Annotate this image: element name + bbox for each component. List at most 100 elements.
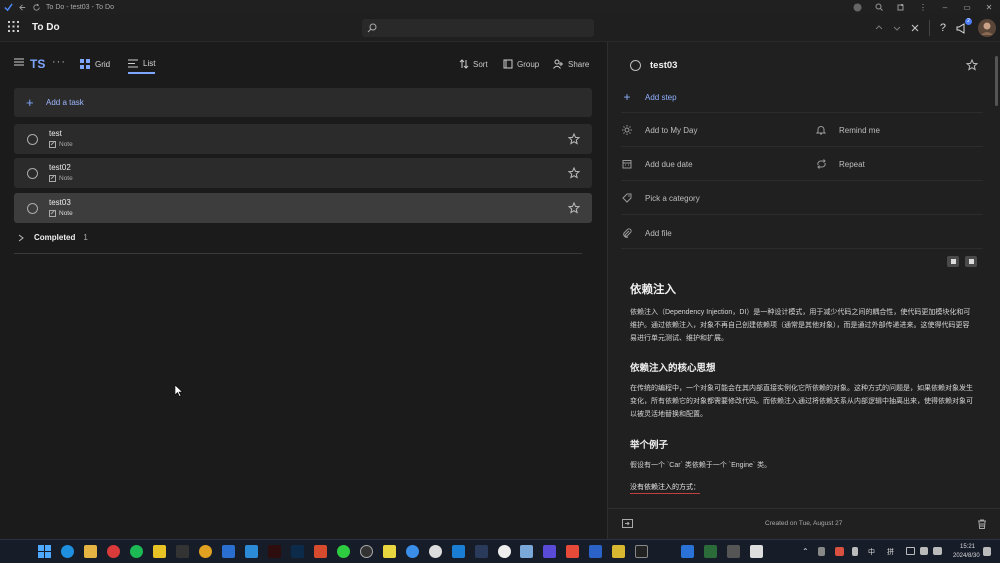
detail-title[interactable]: test03 [650,60,677,71]
list-icon [128,59,138,68]
music-app-icon[interactable] [107,545,120,558]
notes-paragraph: 在传统的编程中，一个对象可能会在其内部直接实例化它所依赖的对象。这种方式的问题是… [630,385,973,418]
star-icon[interactable] [966,59,978,71]
app-icon-folder[interactable] [612,545,625,558]
complete-checkbox[interactable] [27,134,38,145]
telegram-icon[interactable] [245,545,258,558]
app-icon-cube[interactable] [727,545,740,558]
typora-icon[interactable] [750,545,763,558]
app-icon-s[interactable] [589,545,602,558]
share-button[interactable]: Share [553,59,589,69]
completed-section-toggle[interactable]: Completed 1 [18,233,88,242]
wechat-icon[interactable] [337,545,350,558]
scroll-down-icon[interactable] [893,24,901,32]
app-icon-k[interactable] [153,545,166,558]
ime-pinyin[interactable]: 拼 [887,547,894,557]
app-icon-penguin[interactable] [429,545,442,558]
group-button[interactable]: Group [503,59,539,69]
trash-icon[interactable] [977,519,987,529]
detail-scrollbar[interactable] [995,56,998,106]
add-to-my-day-button[interactable]: Add to My Day [621,125,697,135]
extensions-icon[interactable] [890,0,912,14]
app-icon-bird[interactable] [406,545,419,558]
todo-app-icon[interactable] [681,545,694,558]
star-icon[interactable] [568,167,580,179]
repeat-button[interactable]: Repeat [815,159,865,169]
chrome-icon[interactable] [199,545,212,558]
grid-view-label: Grid [95,59,111,69]
edge-icon[interactable] [61,545,74,558]
file-explorer-icon[interactable] [84,545,97,558]
hide-detail-icon[interactable] [622,519,633,528]
task-row[interactable]: test02 Note [14,158,592,188]
tray-volume-icon[interactable] [920,547,928,555]
maximize-icon[interactable]: ▭ [956,0,978,14]
app-name: To Do [32,22,60,33]
close-window-icon[interactable]: ✕ [978,0,1000,14]
tray-usb-icon[interactable] [818,547,825,556]
back-icon[interactable] [18,3,27,12]
complete-checkbox[interactable] [27,168,38,179]
hamburger-menu-icon[interactable] [14,58,24,66]
add-file-button[interactable]: Add file [621,228,672,238]
complete-checkbox[interactable] [630,60,641,71]
star-icon[interactable] [568,202,580,214]
app-icon-windows[interactable] [543,545,556,558]
scroll-up-icon[interactable] [875,24,883,32]
add-due-date-button[interactable]: Add due date [621,159,693,169]
photoshop-icon[interactable] [291,545,304,558]
task-row-selected[interactable]: test03 Note [14,193,592,223]
avatar[interactable] [978,19,996,37]
star-icon[interactable] [568,133,580,145]
vscode-icon[interactable] [452,545,465,558]
browser-menu-icon[interactable]: ⋮ [912,0,934,14]
close-search-icon[interactable] [911,24,919,32]
search-box[interactable] [362,19,594,37]
clock-time[interactable]: 15:21 [960,544,975,550]
tray-battery-icon[interactable] [933,547,942,555]
notification-bell-icon[interactable] [983,547,991,556]
megaphone-icon[interactable]: 2 [956,17,972,34]
tray-display-icon[interactable] [906,547,915,555]
complete-checkbox[interactable] [27,203,38,214]
tray-mic-icon[interactable] [852,547,858,556]
app-icon-green[interactable] [704,545,717,558]
notes-editor[interactable]: 依赖注入 依赖注入（Dependency Injection，DI）是一种设计模… [621,252,983,504]
app-icon-blue[interactable] [222,545,235,558]
start-icon[interactable] [38,545,51,558]
grid-view-button[interactable]: Grid [80,59,110,69]
help-icon[interactable]: ? [940,22,946,34]
refresh-icon[interactable] [32,3,41,12]
profile-mini-icon[interactable] [846,0,868,14]
zoom-icon[interactable] [868,0,890,14]
sticky-notes-icon[interactable] [383,545,396,558]
paste-icon[interactable] [965,256,977,267]
add-step-button[interactable]: + Add step [621,90,676,104]
ime-mode[interactable]: 中 [868,547,875,557]
app-icon-circle[interactable] [498,545,511,558]
app-icon-red[interactable] [566,545,579,558]
list-view-button[interactable]: List [128,59,156,74]
app-icon-fox[interactable] [176,545,189,558]
clock-date[interactable]: 2024/8/30 [953,553,980,559]
task-row[interactable]: test Note [14,124,592,154]
app-icon-orange[interactable] [314,545,327,558]
app-icon-arrow[interactable] [475,545,488,558]
copy-icon[interactable] [947,256,959,267]
tray-app-icon[interactable] [835,547,844,556]
tray-chevron-up-icon[interactable]: ⌃ [802,547,809,556]
list-more-options[interactable]: ··· [52,56,66,68]
app-launcher-icon[interactable] [8,21,19,32]
completed-count: 1 [83,233,88,242]
pick-category-button[interactable]: Pick a category [621,193,700,203]
sort-button[interactable]: Sort [459,59,488,69]
window-title: To Do - test03 - To Do [46,3,114,11]
remind-me-button[interactable]: Remind me [815,125,880,135]
add-task-input[interactable]: + Add a task [14,88,592,117]
illustrator-icon[interactable] [268,545,281,558]
terminal-icon[interactable] [635,545,648,558]
minimize-icon[interactable]: – [934,0,956,14]
app-icon-settings[interactable] [360,545,373,558]
app-icon-image[interactable] [520,545,533,558]
spotify-icon[interactable] [130,545,143,558]
